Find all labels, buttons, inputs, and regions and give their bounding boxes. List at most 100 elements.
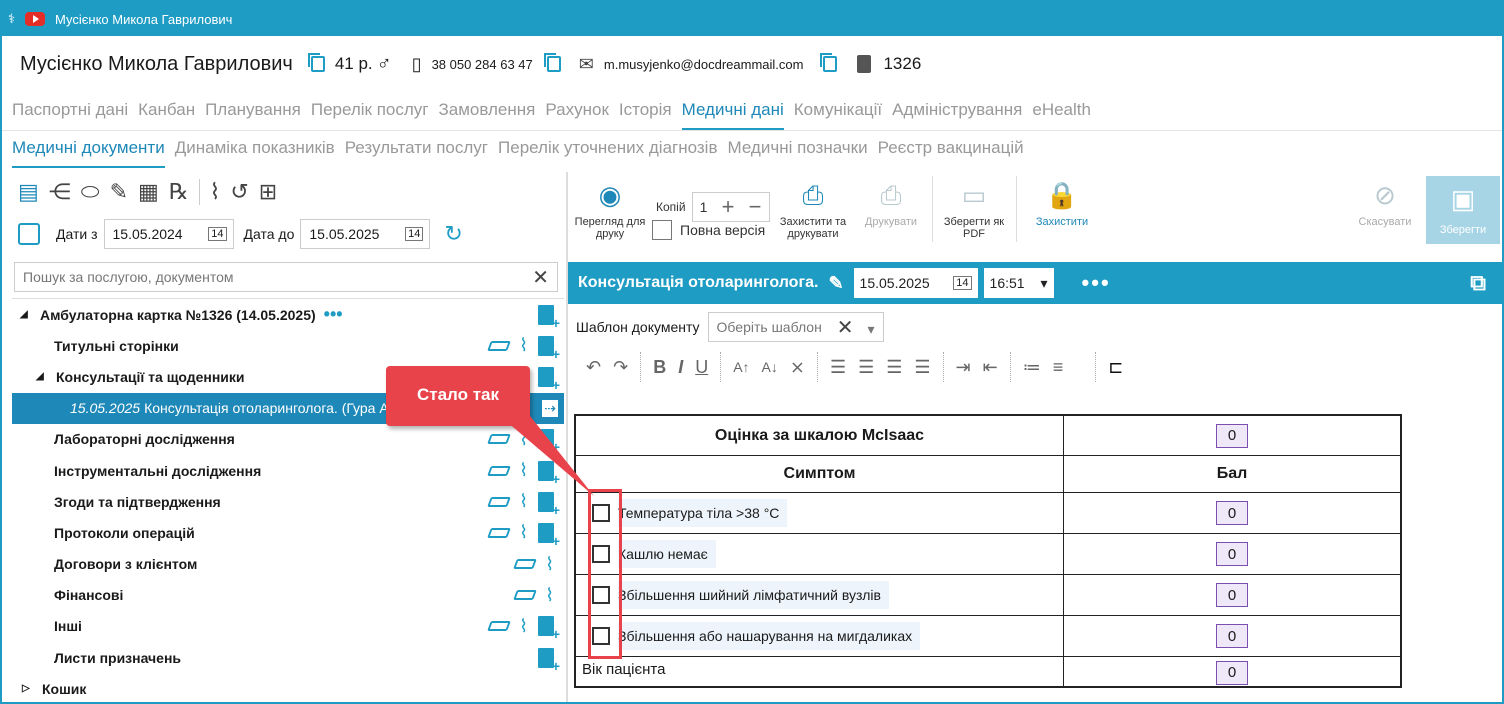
chevron-down-icon[interactable]: ▾: [868, 321, 875, 337]
scan-icon[interactable]: [487, 340, 512, 351]
tab-4[interactable]: Медичні позначки: [727, 138, 867, 168]
document-date-input[interactable]: 15.05.2025 14: [853, 268, 978, 298]
tab-8[interactable]: Комунікації: [794, 100, 882, 130]
tab-3[interactable]: Перелік послуг: [311, 100, 429, 130]
tab-9[interactable]: Адміністрування: [892, 100, 1022, 130]
tree-item[interactable]: Інші ⌇: [12, 611, 564, 643]
prescription-icon[interactable]: ℞: [169, 179, 189, 205]
score-field[interactable]: 0: [1216, 423, 1248, 448]
tab-2[interactable]: Планування: [205, 100, 301, 130]
template-select[interactable]: Оберіть шаблон ✕ ▾: [707, 312, 884, 342]
align-justify-icon[interactable]: ☰: [914, 357, 930, 378]
tab-1[interactable]: Динаміка показників: [175, 138, 335, 168]
minus-icon[interactable]: −: [749, 194, 762, 220]
date-picker-icon[interactable]: 14: [953, 276, 972, 290]
expand-icon[interactable]: ◢: [36, 371, 46, 382]
refresh-icon[interactable]: ↻: [444, 221, 462, 247]
save-pdf-button[interactable]: ▭ Зберегти як PDF: [936, 180, 1012, 240]
print-button[interactable]: ⎙ Друкувати: [858, 180, 924, 228]
list-icon[interactable]: ▤: [18, 179, 39, 205]
syringe-icon[interactable]: ✎: [110, 179, 128, 205]
youtube-icon[interactable]: [25, 12, 46, 26]
tab-5[interactable]: Реєстр вакцинацій: [878, 138, 1024, 168]
add-document-icon[interactable]: [538, 335, 560, 362]
more-icon[interactable]: •••: [1082, 270, 1111, 296]
more-icon[interactable]: •••: [324, 304, 343, 325]
expand-icon[interactable]: ◢: [20, 309, 30, 320]
align-center-icon[interactable]: ☰: [858, 357, 874, 378]
save-button[interactable]: ▣ Зберегти: [1426, 176, 1500, 244]
plus-icon[interactable]: +: [722, 194, 735, 220]
tab-6[interactable]: Історія: [619, 100, 672, 130]
tree-root[interactable]: ◢ Амбулаторна картка №1326 (14.05.2025) …: [12, 299, 564, 331]
add-document-icon[interactable]: [538, 304, 560, 331]
font-shrink-icon[interactable]: A↓: [762, 359, 778, 375]
score-field[interactable]: 0: [1216, 583, 1248, 607]
tab-10[interactable]: eHealth: [1032, 100, 1091, 130]
tree-item[interactable]: Протоколи операцій ⌇: [12, 517, 564, 549]
bullet-list-icon[interactable]: ≔: [1023, 357, 1041, 378]
indent-icon[interactable]: ⇥: [956, 357, 971, 378]
tab-7[interactable]: Медичні дані: [681, 100, 784, 130]
date-from-input[interactable]: 15.05.2024 14: [103, 219, 234, 249]
underline-icon[interactable]: U: [695, 357, 708, 378]
add-document-icon[interactable]: [538, 616, 560, 642]
history-icon[interactable]: ↺: [230, 179, 248, 205]
open-external-icon[interactable]: ⧉: [1470, 270, 1486, 296]
redo-icon[interactable]: ↷: [613, 357, 628, 378]
add-document-icon[interactable]: [538, 366, 560, 393]
add-document-icon[interactable]: [538, 647, 560, 674]
copy-name-icon[interactable]: [307, 53, 325, 72]
date-picker-icon[interactable]: 14: [405, 227, 424, 241]
checkbox[interactable]: [652, 220, 672, 240]
edit-icon[interactable]: ✎: [828, 273, 843, 294]
document-icon[interactable]: ▦: [138, 179, 159, 205]
attachment-icon[interactable]: ⌇: [519, 616, 528, 637]
tree-item[interactable]: Титульні сторінки ⌇: [12, 330, 564, 362]
undo-icon[interactable]: ↶: [586, 357, 601, 378]
date-to-input[interactable]: 15.05.2025 14: [300, 219, 431, 249]
protect-button[interactable]: 🔒 Захистити: [1024, 180, 1100, 228]
full-version-checkbox[interactable]: Повна версія: [652, 220, 765, 240]
add-copy-icon[interactable]: ⊞: [259, 179, 277, 205]
tab-4[interactable]: Замовлення: [439, 100, 536, 130]
score-field[interactable]: 0: [1216, 660, 1248, 685]
attachment-icon[interactable]: ⌇: [519, 335, 528, 356]
document-time-select[interactable]: 16:51 ▾: [983, 268, 1054, 298]
tab-0[interactable]: Медичні документи: [12, 138, 165, 168]
tree-trash[interactable]: ▷ Кошик: [12, 673, 564, 702]
italic-icon[interactable]: I: [678, 357, 683, 378]
align-left-icon[interactable]: ☰: [830, 357, 846, 378]
tree-item[interactable]: Листи призначень: [12, 642, 564, 674]
tree-item[interactable]: Договори з клієнтом ⌇: [12, 549, 564, 580]
tree-item[interactable]: Фінансові ⌇: [12, 580, 564, 611]
insert-element-icon[interactable]: ⊏: [1108, 357, 1123, 378]
score-field[interactable]: 0: [1216, 501, 1248, 525]
protect-print-button[interactable]: ⎙ Захистити та друкувати: [772, 180, 854, 240]
tab-5[interactable]: Рахунок: [545, 100, 609, 130]
clear-format-icon[interactable]: ⨯: [790, 357, 805, 378]
copy-email-icon[interactable]: [820, 53, 838, 72]
font-grow-icon[interactable]: A↑: [733, 359, 749, 375]
copy-phone-icon[interactable]: [543, 53, 561, 72]
tab-0[interactable]: Паспортні дані: [12, 100, 128, 130]
bold-icon[interactable]: B: [653, 357, 666, 378]
add-document-icon[interactable]: [538, 522, 560, 549]
outdent-icon[interactable]: ⇤: [983, 357, 998, 378]
clear-search-icon[interactable]: ✕: [532, 265, 549, 290]
attachment-icon[interactable]: ⌇: [545, 554, 554, 575]
cancel-button[interactable]: ⊘ Скасувати: [1350, 180, 1420, 228]
scan-icon[interactable]: [513, 590, 538, 601]
attachment-icon[interactable]: ⌇: [519, 522, 528, 543]
tab-1[interactable]: Канбан: [138, 100, 195, 130]
tab-2[interactable]: Результати послуг: [345, 138, 488, 168]
tab-3[interactable]: Перелік уточнених діагнозів: [498, 138, 717, 168]
date-picker-icon[interactable]: 14: [208, 227, 227, 241]
clear-template-icon[interactable]: ✕: [837, 317, 854, 339]
copies-stepper[interactable]: 1 + −: [691, 192, 770, 222]
attachment-icon[interactable]: ⌇: [210, 179, 221, 205]
scan-icon[interactable]: [513, 559, 538, 570]
scan-icon[interactable]: [487, 621, 512, 632]
score-field[interactable]: 0: [1216, 542, 1248, 566]
align-right-icon[interactable]: ☰: [886, 357, 902, 378]
